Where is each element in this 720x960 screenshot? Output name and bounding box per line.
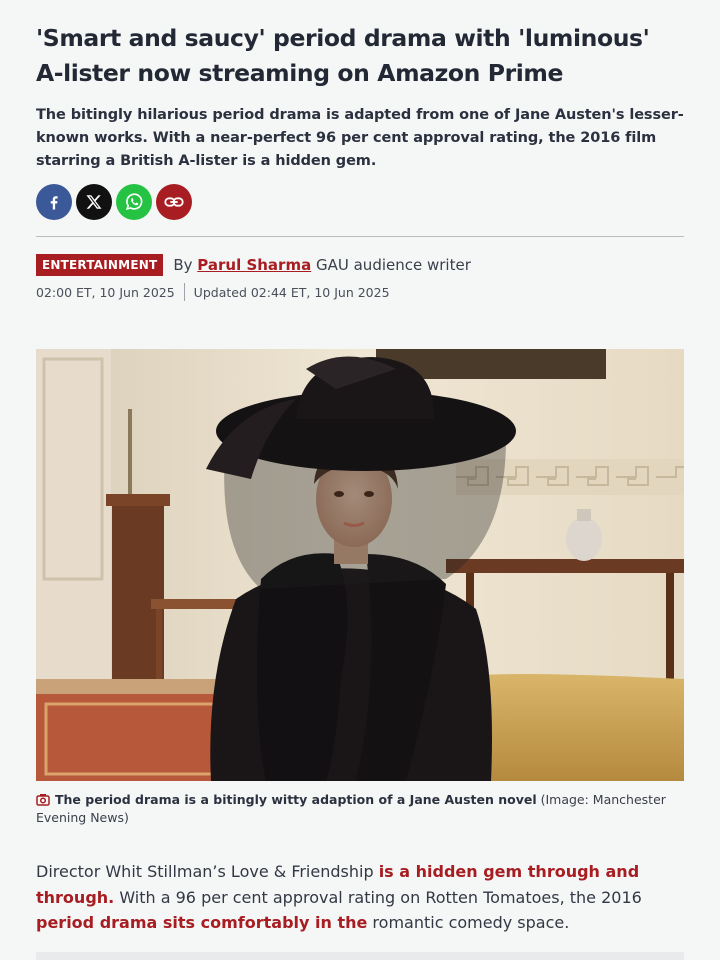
published-time: 02:00 ET, 10 Jun 2025 bbox=[36, 284, 175, 300]
article-paragraph: Director Whit Stillman’s Love & Friendsh… bbox=[36, 859, 684, 936]
paragraph-text-3: romantic comedy space. bbox=[367, 913, 570, 932]
article-dates: 02:00 ET, 10 Jun 2025 Updated 02:44 ET, … bbox=[36, 283, 390, 301]
hero-image[interactable] bbox=[36, 349, 684, 781]
facebook-icon bbox=[50, 196, 58, 210]
share-bar bbox=[36, 184, 192, 220]
updated-time: Updated 02:44 ET, 10 Jun 2025 bbox=[193, 284, 390, 300]
camera-icon bbox=[36, 794, 50, 806]
paragraph-text-1: Director Whit Stillman’s Love & Friendsh… bbox=[36, 862, 379, 881]
share-copy-link-button[interactable] bbox=[156, 184, 192, 220]
author-role: GAU audience writer bbox=[315, 256, 471, 274]
share-x-button[interactable] bbox=[76, 184, 112, 220]
category-badge[interactable]: ENTERTAINMENT bbox=[36, 254, 164, 276]
caption-text: The period drama is a bitingly witty ada… bbox=[55, 792, 537, 807]
x-icon bbox=[86, 195, 102, 209]
whatsapp-icon bbox=[125, 193, 143, 211]
share-facebook-button[interactable] bbox=[36, 184, 72, 220]
byline: ENTERTAINMENT By Parul Sharma GAU audien… bbox=[36, 254, 471, 276]
dates-separator bbox=[183, 283, 185, 301]
article-standfirst: The bitingly hilarious period drama is a… bbox=[36, 107, 684, 169]
divider bbox=[36, 236, 684, 237]
share-whatsapp-button[interactable] bbox=[116, 184, 152, 220]
paragraph-text-2: With a 96 per cent approval rating on Ro… bbox=[114, 887, 642, 907]
article-headline: 'Smart and saucy' period drama with 'lum… bbox=[36, 24, 650, 87]
next-content-block bbox=[36, 952, 684, 960]
image-caption: The period drama is a bitingly witty ada… bbox=[36, 791, 684, 827]
hero-photo bbox=[36, 349, 684, 781]
author-link[interactable]: Parul Sharma bbox=[197, 256, 311, 274]
link-icon bbox=[164, 197, 184, 207]
inline-link-period-drama[interactable]: period drama sits comfortably in the bbox=[36, 913, 367, 932]
byline-prefix: By bbox=[173, 256, 193, 274]
byline-text: By Parul Sharma GAU audience writer bbox=[173, 256, 471, 274]
